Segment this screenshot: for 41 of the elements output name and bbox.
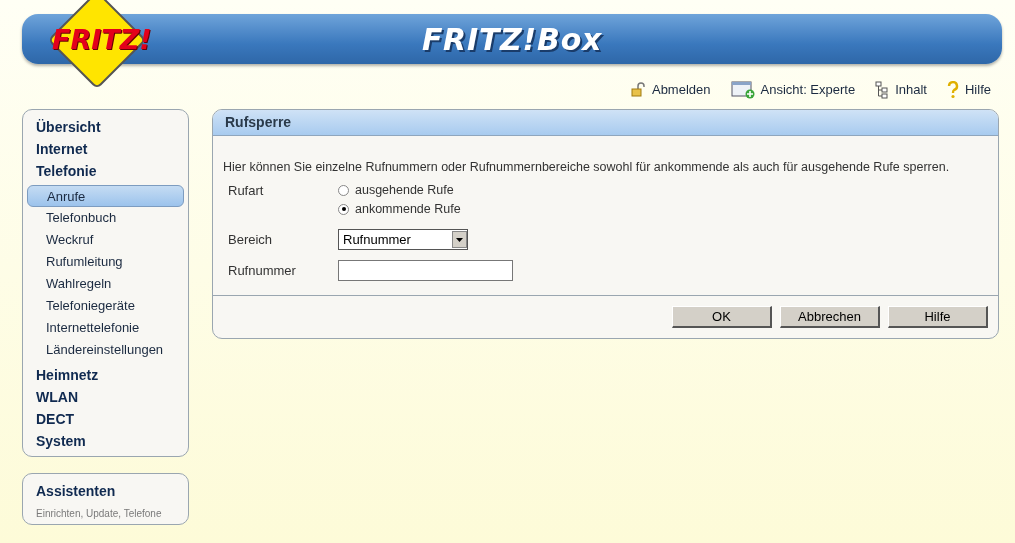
submenu-item[interactable]: Telefonbuch: [27, 207, 184, 229]
submenu-item[interactable]: Anrufe: [27, 185, 184, 207]
submenu-item[interactable]: Weckruf: [27, 229, 184, 251]
panel-title: Rufsperre: [225, 113, 292, 132]
dialog-button[interactable]: OK: [672, 306, 772, 328]
radio-button[interactable]: [338, 184, 349, 196]
toolbar-link[interactable]: Ansicht: Experte: [730, 80, 856, 100]
field-label: Rufnummer: [228, 261, 297, 280]
question-mark-icon: [947, 80, 959, 99]
dialog-button[interactable]: Hilfe: [888, 306, 988, 328]
dropdown[interactable]: Rufnummer: [338, 228, 468, 250]
assistants-subtitle: Einrichten, Update, Telefone: [36, 507, 163, 521]
submenu-item[interactable]: Rufumleitung: [27, 251, 184, 273]
radio-label: ankommende Rufe: [355, 200, 461, 218]
submenu-item[interactable]: Internettelefonie: [27, 317, 184, 339]
window-plus-icon: [730, 80, 755, 99]
menu-item[interactable]: System: [27, 430, 184, 452]
field-label: Bereich: [228, 230, 274, 249]
product-title: FRITZ!Box: [421, 20, 603, 59]
toolbar-link[interactable]: Abmelden: [629, 80, 711, 100]
menu-item[interactable]: WLAN: [27, 386, 184, 408]
submenu-item[interactable]: Wahlregeln: [27, 273, 184, 295]
tree-icon: [875, 80, 890, 99]
dialog-button[interactable]: Abbrechen: [780, 306, 880, 328]
field-label: Rufart: [228, 181, 265, 200]
radio-button[interactable]: [338, 203, 349, 215]
menu-item[interactable]: Heimnetz: [27, 364, 184, 386]
submenu-item[interactable]: Telefoniegeräte: [27, 295, 184, 317]
menu-item[interactable]: Telefonie: [27, 160, 184, 182]
padlock-icon: [629, 81, 646, 98]
toolbar-link[interactable]: Hilfe: [947, 80, 991, 100]
toolbar-link[interactable]: Inhalt: [875, 80, 927, 100]
assistants-link[interactable]: Assistenten: [36, 481, 175, 502]
input-field[interactable]: [338, 259, 513, 281]
menu-item[interactable]: DECT: [27, 408, 184, 430]
intro-text: Hier können Sie einzelne Rufnummern oder Rufnummernbereiche sowohl für ankommende als auch für ausgehende Rufe sperren.: [223, 159, 951, 176]
caret-icon: [452, 230, 467, 248]
submenu-item[interactable]: Ländereinstellungen: [27, 339, 184, 361]
menu-item[interactable]: Übersicht: [27, 116, 184, 138]
radio-label: ausgehende Rufe: [355, 181, 454, 199]
menu-item[interactable]: Internet: [27, 138, 184, 160]
